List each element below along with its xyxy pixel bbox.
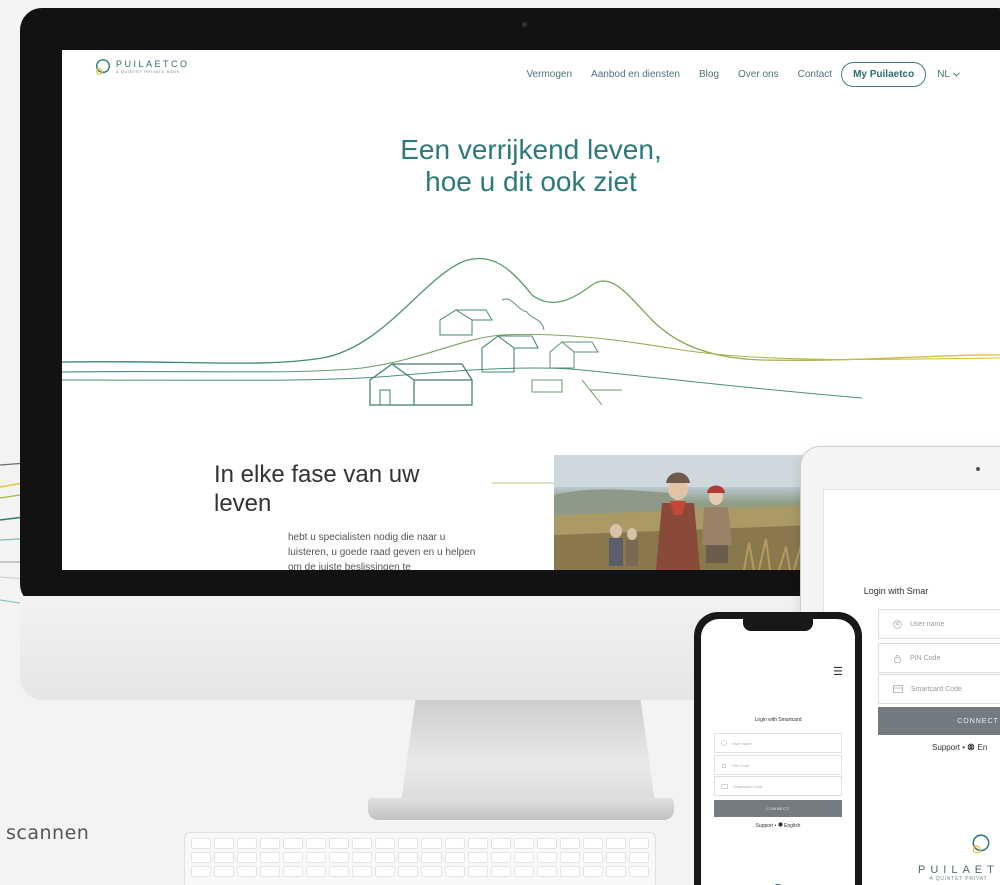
site-header: PUILAETCO A QUINTET PRIVATE BANK Vermoge… <box>62 50 1000 100</box>
tablet-smartcard-placeholder: Smartcard Code <box>911 685 962 693</box>
globe-icon <box>967 743 975 751</box>
language-label: NL <box>937 69 950 80</box>
nav-item-over-ons[interactable]: Over ons <box>738 69 779 80</box>
landscape-illustration <box>62 257 1000 406</box>
tablet-username-field[interactable]: User name <box>878 609 1000 639</box>
tablet-pin-placeholder: PIN Code <box>910 654 941 662</box>
language-selector[interactable]: NL <box>937 69 960 80</box>
puilaetco-logo-icon <box>972 834 990 854</box>
phone-connect-button[interactable]: CONNECT <box>714 800 842 817</box>
tablet-support-row: Support • En <box>932 743 987 752</box>
nav-item-contact[interactable]: Contact <box>798 69 832 80</box>
tablet-pin-field[interactable]: PIN Code <box>878 643 1000 673</box>
monitor-stand <box>400 700 656 810</box>
family-photo <box>554 455 814 570</box>
tablet-login-title: Login with Smar <box>863 586 929 596</box>
nav-item-vermogen[interactable]: Vermogen <box>526 69 572 80</box>
user-icon <box>893 619 902 629</box>
tablet-logo-name: PUILAET <box>918 864 999 876</box>
section-body-text: hebt u specialisten nodig die naar u lui… <box>288 532 476 570</box>
phone-login-title: Login with Smartcard <box>754 717 802 723</box>
logo-tagline: A QUINTET PRIVATE BANK <box>116 69 180 74</box>
my-puilaetco-button[interactable]: My Puilaetco <box>841 62 927 87</box>
nav-item-blog[interactable]: Blog <box>699 69 719 80</box>
side-caption: scannen <box>6 822 90 844</box>
lock-icon <box>721 764 727 768</box>
phone-screen: ☰ Login with Smartcard User name PIN Cod… <box>701 619 855 885</box>
site-logo[interactable]: PUILAETCO A QUINTET PRIVATE BANK <box>94 58 190 76</box>
user-icon <box>721 740 727 746</box>
tablet-camera <box>976 467 980 471</box>
section-accent-line <box>492 482 562 484</box>
monitor-stand-base <box>368 798 674 820</box>
tablet-logo: PUILAET A QUINTET PRIVAT <box>918 833 999 882</box>
phone-language-link[interactable]: English <box>784 823 800 829</box>
tablet-language-link[interactable]: En <box>978 743 988 752</box>
phone-notch <box>743 619 813 631</box>
chevron-down-icon <box>953 72 960 77</box>
tablet-support-link[interactable]: Support <box>932 743 960 752</box>
puilaetco-logo-icon <box>95 59 111 75</box>
hero-title-line-1: Een verrijkend leven, <box>400 134 662 165</box>
phone-support-link[interactable]: Support <box>756 823 774 829</box>
phone-username-field[interactable]: User name <box>714 733 842 753</box>
phone-pin-field[interactable]: PIN Code <box>714 755 842 775</box>
hero-title: Een verrijkend leven, hoe u dit ook ziet <box>62 134 1000 198</box>
nav-item-aanbod[interactable]: Aanbod en diensten <box>591 69 680 80</box>
logo-name: PUILAETCO <box>116 59 190 69</box>
hero-title-line-2: hoe u dit ook ziet <box>425 166 637 197</box>
card-icon <box>721 783 728 789</box>
phone-support-row: Support • English <box>701 822 855 829</box>
globe-icon <box>777 822 783 827</box>
main-nav: Vermogen Aanbod en diensten Blog Over on… <box>526 62 960 87</box>
phone-username-placeholder: User name <box>732 740 752 746</box>
tablet-connect-button[interactable]: CONNECT <box>878 707 1000 735</box>
section-heading-line-1: In elke fase van uw <box>214 461 420 488</box>
phone-smartcard-placeholder: Smartcard Code <box>733 783 763 789</box>
tablet-username-placeholder: User name <box>910 620 945 628</box>
card-icon <box>893 685 903 693</box>
section-heading: In elke fase van uw leven <box>214 460 474 518</box>
phone-pin-placeholder: PIN Code <box>732 762 750 768</box>
tablet-smartcard-field[interactable]: Smartcard Code <box>878 674 1000 704</box>
phone-device: ☰ Login with Smartcard User name PIN Cod… <box>694 612 862 885</box>
phone-smartcard-field[interactable]: Smartcard Code <box>714 776 842 796</box>
keyboard <box>184 832 656 885</box>
lock-icon <box>894 654 901 663</box>
monitor-camera <box>522 22 527 27</box>
tablet-logo-tagline: A QUINTET PRIVAT <box>929 876 988 882</box>
section-heading-line-2: leven <box>214 490 272 517</box>
hamburger-menu-icon[interactable]: ☰ <box>833 665 843 678</box>
